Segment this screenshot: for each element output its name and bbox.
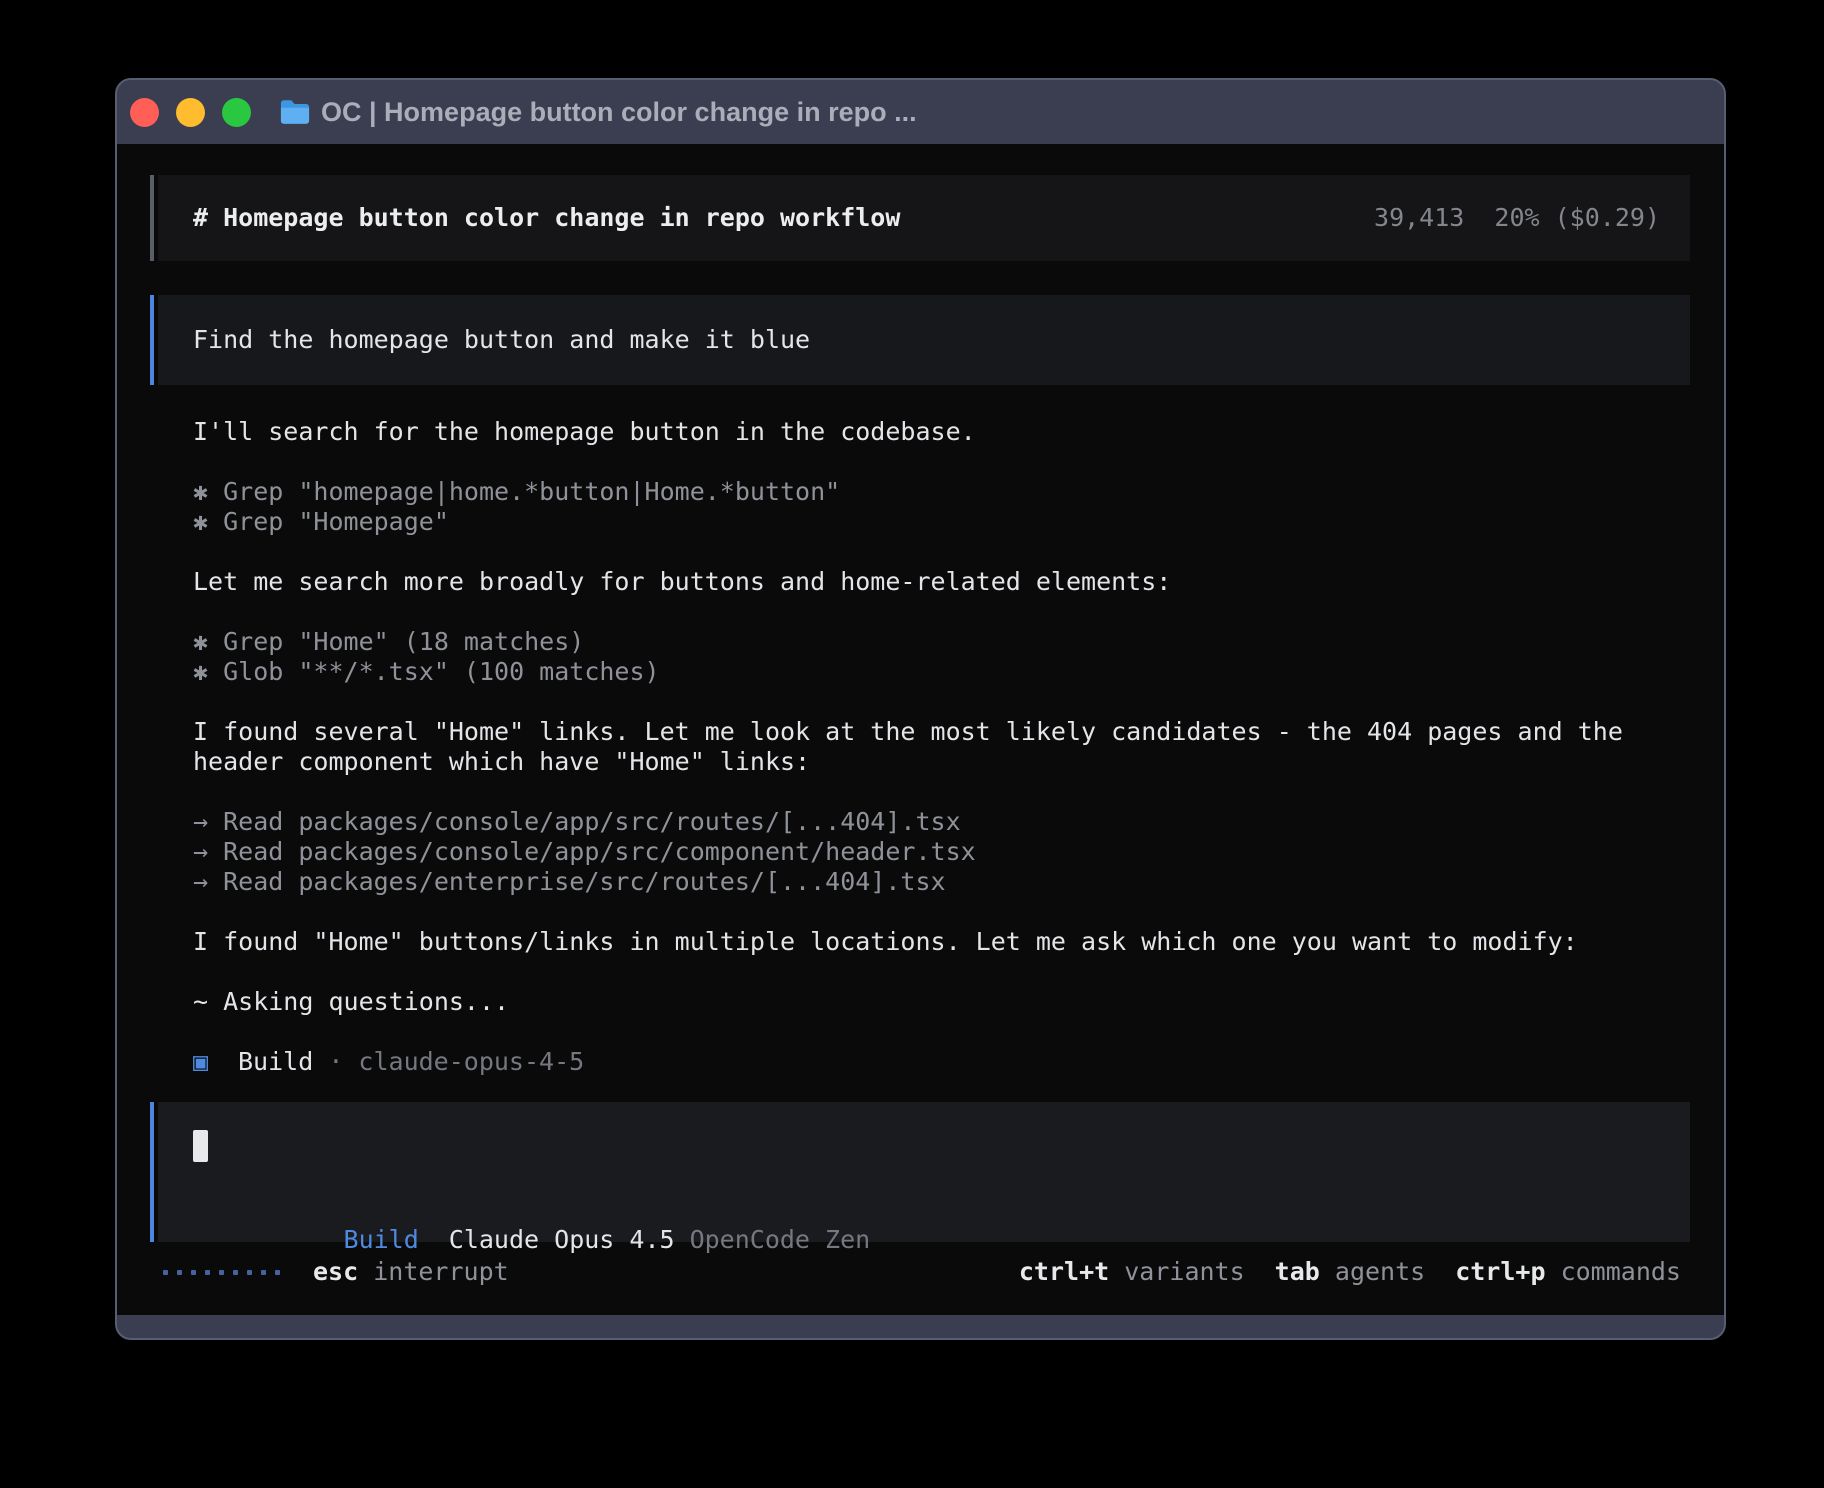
transcript-line [193,537,1690,567]
transcript-line: I found "Home" buttons/links in multiple… [193,927,1690,957]
transcript-segment: ~ Asking questions... [193,987,509,1016]
transcript-segment: I found "Home" buttons/links in multiple… [193,927,1578,956]
interrupt-hint: esc interrupt [313,1257,509,1287]
transcript-line: ✱ Glob "**/*.tsx" (100 matches) [193,657,1690,687]
spinner-dot [275,1270,280,1275]
transcript-line: → Read packages/console/app/src/componen… [193,837,1690,867]
hint-label: variants [1124,1257,1244,1286]
transcript-line: I'll search for the homepage button in t… [193,417,1690,447]
transcript-line: Let me search more broadly for buttons a… [193,567,1690,597]
transcript-line: ▣Build · claude-opus-4-5 [193,1047,1690,1077]
keyboard-hint: ctrl+p commands [1455,1257,1681,1287]
transcript-segment: I'll search for the homepage button in t… [193,417,976,446]
transcript-segment: ✱ Grep "Homepage" [193,507,449,536]
titlebar: OC | Homepage button color change in rep… [117,80,1724,144]
hint-key: ctrl+t [1019,1257,1109,1286]
transcript-segment: Build [238,1047,313,1076]
spinner-dot [233,1270,238,1275]
transcript-segment: → Read packages/enterprise/src/routes/[.… [193,867,946,896]
transcript-line: header component which have "Home" links… [193,747,1690,777]
transcript-line [193,777,1690,807]
hint-key: ctrl+p [1455,1257,1545,1286]
transcript-line [193,447,1690,477]
transcript-segment: header component which have "Home" links… [193,747,810,776]
minimize-button[interactable] [176,98,205,127]
spinner-dots-icon [163,1270,280,1275]
terminal-viewport[interactable]: # Homepage button color change in repo w… [117,144,1724,1315]
transcript-segment: ✱ Grep "Home" (18 matches) [193,627,584,656]
transcript-segment: Let me search more broadly for buttons a… [193,567,1171,596]
transcript-line: ✱ Grep "Homepage" [193,507,1690,537]
window-title: OC | Homepage button color change in rep… [321,97,917,128]
model-row: BuildClaude Opus 4.5OpenCode Zen [193,1195,1660,1225]
transcript-segment: → Read packages/console/app/src/componen… [193,837,976,866]
transcript: I'll search for the homepage button in t… [150,417,1690,1077]
model-name: Claude Opus 4.5 [449,1225,675,1254]
transcript-segment: · claude-opus-4-5 [313,1047,584,1076]
transcript-line: → Read packages/console/app/src/routes/[… [193,807,1690,837]
terminal-window: OC | Homepage button color change in rep… [115,78,1726,1340]
esc-key-label: esc [313,1257,358,1286]
zoom-button[interactable] [222,98,251,127]
transcript-line [193,897,1690,927]
transcript-segment: ✱ Grep "homepage|home.*button|Home.*butt… [193,477,840,506]
hint-key: tab [1275,1257,1320,1286]
spinner-dot [191,1270,196,1275]
input-line[interactable] [193,1130,1660,1162]
transcript-line: ✱ Grep "homepage|home.*button|Home.*butt… [193,477,1690,507]
agent-badge-icon: ▣ [193,1047,238,1077]
transcript-line [193,687,1690,717]
spinner-dot [163,1270,168,1275]
user-message-border [150,295,154,385]
traffic-lights [130,98,251,127]
text-cursor [193,1130,208,1162]
user-message: Find the homepage button and make it blu… [150,295,1690,385]
spinner-dot [247,1270,252,1275]
agent-name: Build [344,1225,419,1254]
input-border [150,1102,154,1242]
transcript-line [193,957,1690,987]
keyboard-hint: ctrl+t variants [1019,1257,1245,1287]
keyboard-hint: tab agents [1275,1257,1426,1287]
spinner-dot [261,1270,266,1275]
transcript-line [193,597,1690,627]
spinner-dot [219,1270,224,1275]
transcript-segment: → Read packages/console/app/src/routes/[… [193,807,961,836]
transcript-line: ✱ Grep "Home" (18 matches) [193,627,1690,657]
keyboard-hints: ctrl+t variants tab agents ctrl+p commands [1019,1257,1681,1287]
spinner-dot [177,1270,182,1275]
transcript-line: ~ Asking questions... [193,987,1690,1017]
close-button[interactable] [130,98,159,127]
spinner-dot [205,1270,210,1275]
transcript-line: I found several "Home" links. Let me loo… [193,717,1690,747]
session-stats: 39,413 20% ($0.29) [1374,203,1660,233]
transcript-segment: I found several "Home" links. Let me loo… [193,717,1623,746]
transcript-line [193,1017,1690,1047]
transcript-segment: ✱ Glob "**/*.tsx" (100 matches) [193,657,660,686]
provider-name: OpenCode Zen [690,1225,871,1254]
folder-icon [280,99,310,125]
hint-label: commands [1561,1257,1681,1286]
session-title: # Homepage button color change in repo w… [193,203,900,233]
prompt-input[interactable]: BuildClaude Opus 4.5OpenCode Zen [150,1102,1690,1242]
status-bar: esc interrupt ctrl+t variantstab agentsc… [150,1257,1690,1287]
user-message-text: Find the homepage button and make it blu… [158,295,1690,385]
hint-label: agents [1335,1257,1425,1286]
transcript-line: → Read packages/enterprise/src/routes/[.… [193,867,1690,897]
session-header: # Homepage button color change in repo w… [150,175,1690,261]
header-border [150,175,154,261]
